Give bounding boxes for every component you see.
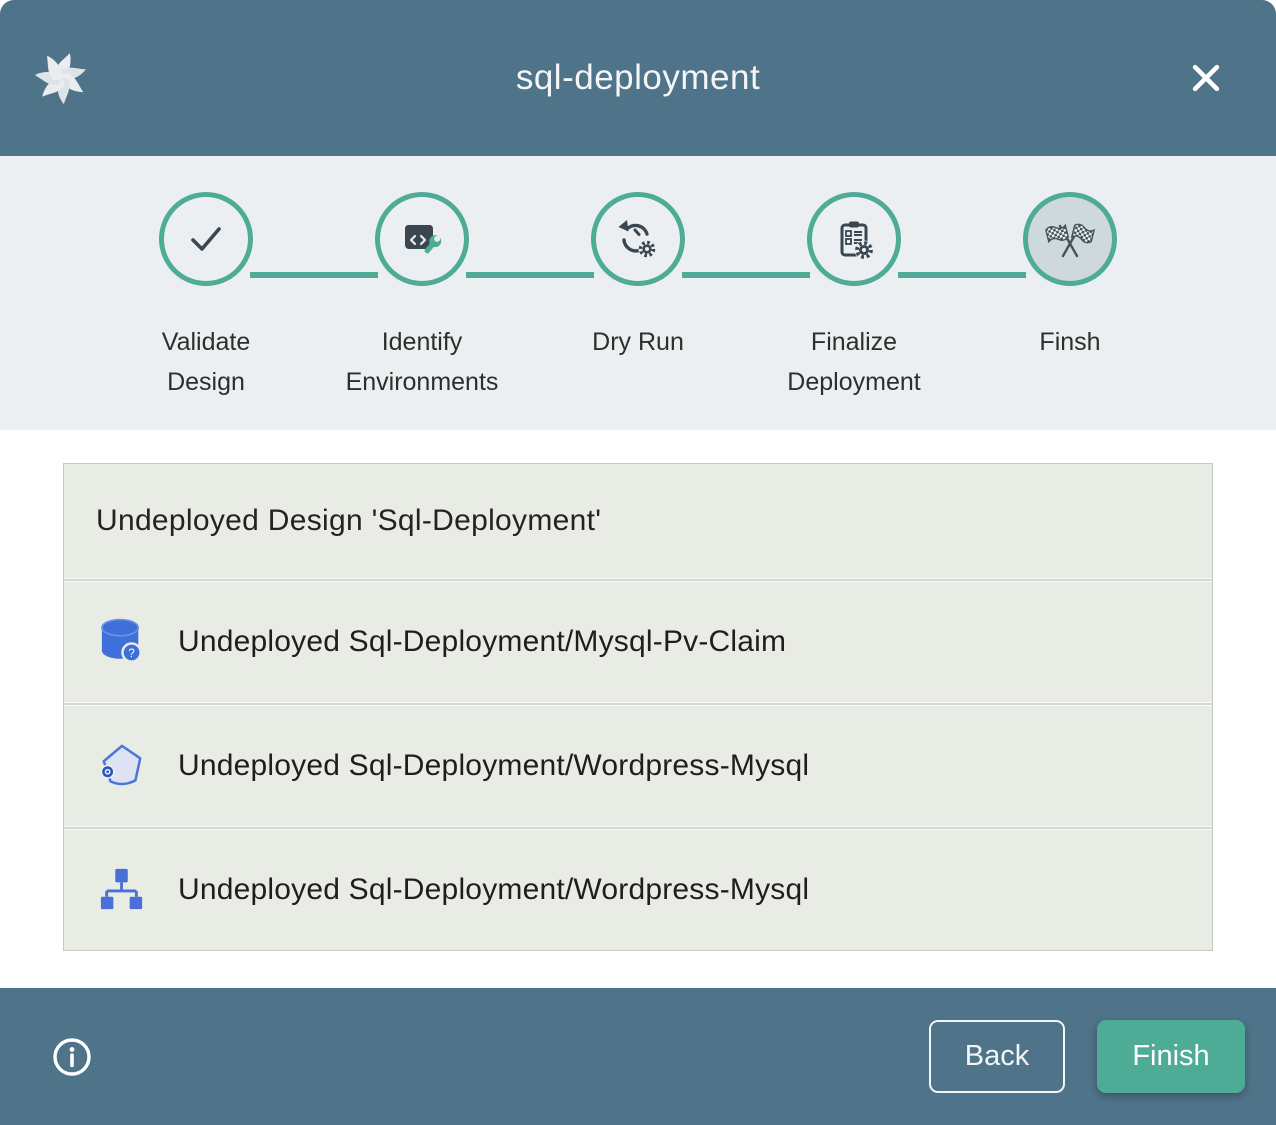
- result-row-text: Undeployed Sql-Deployment/Wordpress-Mysq…: [178, 749, 809, 783]
- result-row: Undeployed Sql-Deployment/Wordpress-Mysq…: [64, 830, 1212, 950]
- svg-text:?: ?: [128, 648, 134, 660]
- info-icon[interactable]: [50, 1035, 94, 1079]
- back-button[interactable]: Back: [929, 1020, 1065, 1093]
- footer-buttons: Back Finish: [929, 1020, 1276, 1093]
- step-finalize-deployment: Finalize Deployment: [746, 192, 962, 430]
- step-label: Dry Run: [592, 322, 684, 362]
- step-circle-finish[interactable]: [1023, 192, 1117, 286]
- step-finish: Finsh: [962, 192, 1178, 430]
- check-icon: [180, 213, 232, 265]
- dialog-footer: Back Finish: [0, 988, 1276, 1125]
- deployment-wizard-dialog: sql-deployment Validate Design: [0, 0, 1276, 1125]
- step-dry-run: Dry Run: [530, 192, 746, 430]
- step-label: Finalize Deployment: [769, 322, 939, 402]
- step-circle-identify-environments[interactable]: [375, 192, 469, 286]
- pinwheel-logo-icon: [33, 50, 89, 106]
- clipboard-gear-icon: [828, 213, 880, 265]
- step-circle-dry-run[interactable]: [591, 192, 685, 286]
- hierarchy-icon: [99, 866, 145, 914]
- step-identify-environments: Identify Environments: [314, 192, 530, 430]
- sync-gear-icon: [612, 213, 664, 265]
- code-window-wrench-icon: [396, 213, 448, 265]
- close-icon[interactable]: [1184, 56, 1228, 100]
- step-circle-finalize-deployment[interactable]: [807, 192, 901, 286]
- dialog-title: sql-deployment: [516, 58, 760, 98]
- result-row-text: Undeployed Sql-Deployment/Mysql-Pv-Claim: [178, 625, 786, 659]
- database-icon: ?: [99, 618, 145, 666]
- dialog-header: sql-deployment: [0, 0, 1276, 156]
- step-validate-design: Validate Design: [98, 192, 314, 430]
- step-circle-validate-design[interactable]: [159, 192, 253, 286]
- step-label: Identify Environments: [337, 322, 507, 402]
- finish-button[interactable]: Finish: [1097, 1020, 1245, 1093]
- wizard-stepper: Validate Design: [0, 156, 1276, 430]
- checkered-flags-icon: [1044, 213, 1096, 265]
- panel-header-row: Undeployed Design 'Sql-Deployment': [64, 464, 1212, 578]
- result-row: ? Undeployed Sql-Deployment/Mysql-Pv-Cla…: [64, 582, 1212, 702]
- results-area: Undeployed Design 'Sql-Deployment' ? Und…: [0, 430, 1276, 951]
- pentagon-icon: [99, 742, 145, 790]
- result-row: Undeployed Sql-Deployment/Wordpress-Mysq…: [64, 706, 1212, 826]
- deployment-results-panel: Undeployed Design 'Sql-Deployment' ? Und…: [63, 463, 1213, 951]
- step-label: Finsh: [1039, 322, 1100, 362]
- step-label: Validate Design: [121, 322, 291, 402]
- result-row-text: Undeployed Sql-Deployment/Wordpress-Mysq…: [178, 873, 809, 907]
